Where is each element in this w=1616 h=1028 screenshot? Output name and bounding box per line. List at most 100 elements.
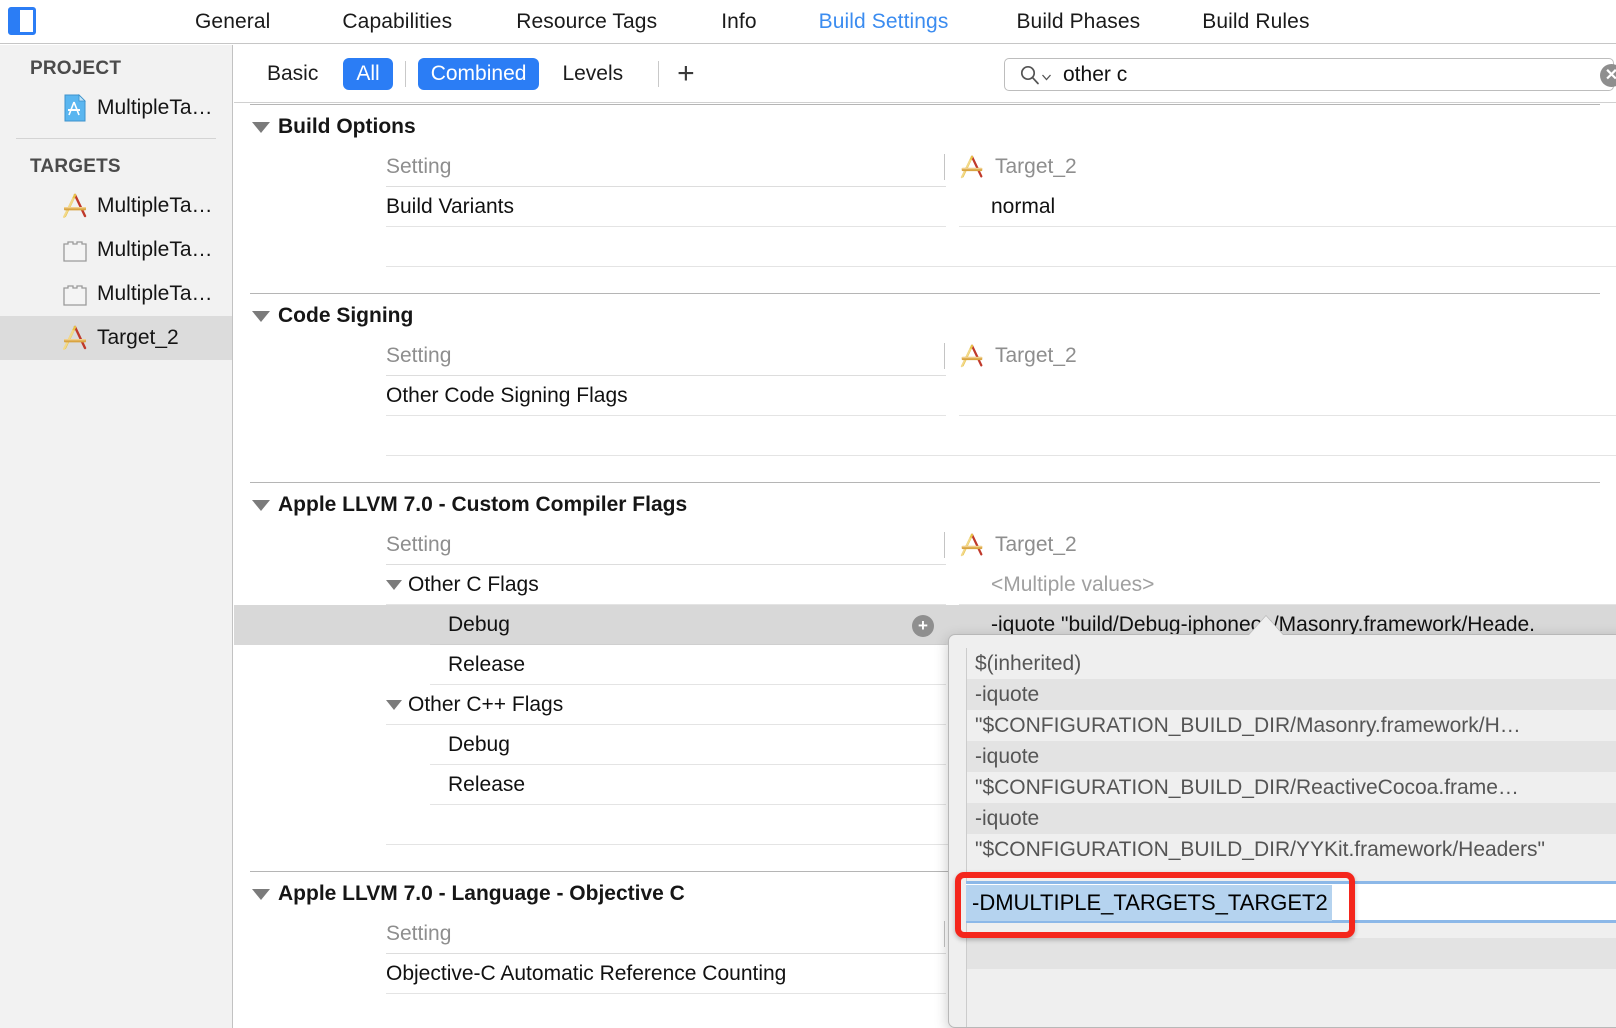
setting-value[interactable]: normal — [959, 187, 1616, 227]
column-header-row: Setting Target_2 — [234, 336, 1616, 376]
popover-flag-list[interactable]: $(inherited) -iquote "$CONFIGURATION_BUILD… — [966, 648, 1616, 1027]
sidebar-targets-list: MultipleTa… MultipleTa… MultipleTa… Targ… — [0, 184, 232, 360]
target-column-header: Target_2 — [944, 525, 1077, 565]
popover-empty-row[interactable]: . — [967, 969, 1616, 1000]
section-header-1[interactable]: Code Signing — [234, 294, 1616, 336]
filter-divider-1 — [404, 60, 406, 87]
sidebar-header-targets: TARGETS — [30, 156, 121, 177]
filter-button-levels[interactable]: Levels — [549, 58, 636, 90]
tab-build-phases[interactable]: Build Phases — [1016, 10, 1140, 34]
popover-flag-row[interactable]: -iquote — [967, 679, 1616, 710]
sidebar-item-target-2[interactable]: MultipleTa… — [0, 272, 232, 316]
sidebar-project-list: MultipleTa… — [0, 86, 232, 130]
plus-icon[interactable]: + — [671, 58, 701, 89]
filter-button-combined[interactable]: Combined — [417, 57, 540, 90]
row-rule — [386, 227, 1616, 267]
disclosure-triangle-icon[interactable] — [386, 699, 402, 710]
project-targets-sidebar[interactable]: PROJECT MultipleTa… TARGETS MultipleTa… … — [0, 45, 233, 1028]
filter-button-all[interactable]: All — [343, 57, 393, 90]
popover-flag-row[interactable]: "$CONFIGURATION_BUILD_DIR/ReactiveCocoa.… — [967, 772, 1616, 803]
disclosure-triangle-icon[interactable] — [252, 888, 270, 900]
setting-name: Other C Flags — [386, 565, 946, 605]
tab-capabilities[interactable]: Capabilities — [342, 10, 452, 34]
setting-name: Other Code Signing Flags — [386, 376, 946, 416]
app-target-icon — [60, 323, 88, 353]
app-target-icon — [60, 191, 88, 221]
tab-info[interactable]: Info — [721, 10, 756, 34]
tab-general[interactable]: General — [195, 10, 270, 34]
xcode-build-settings-window: General Capabilities Resource Tags Info Buil… — [0, 0, 1616, 1028]
setting-name: Build Variants — [386, 187, 946, 227]
search-field[interactable]: other c ✕ — [1004, 58, 1616, 91]
popover-empty-row[interactable]: . — [967, 938, 1616, 969]
add-value-icon[interactable]: + — [912, 615, 934, 637]
sidebar-divider — [16, 138, 216, 139]
setting-name: Release — [430, 645, 946, 685]
table-row[interactable]: Other C Flags <Multiple values> — [234, 565, 1616, 605]
target-column-label: Target_2 — [995, 155, 1077, 178]
test-bundle-icon — [60, 235, 88, 265]
popover-flag-row[interactable]: "$CONFIGURATION_BUILD_DIR/Masonry.framew… — [967, 710, 1616, 741]
toggle-pane-fill — [11, 10, 20, 32]
popover-flag-row[interactable]: "$CONFIGURATION_BUILD_DIR/YYKit.framewor… — [967, 834, 1616, 865]
table-blank-row — [234, 416, 1616, 456]
editor-tab-bar: General Capabilities Resource Tags Info Buil… — [0, 0, 1616, 44]
target-column-header: Target_2 — [944, 336, 1077, 376]
popover-flag-row[interactable]: -iquote — [967, 741, 1616, 772]
table-blank-row — [234, 227, 1616, 267]
sidebar-item-label: MultipleTa… — [97, 96, 213, 119]
tab-list: General Capabilities Resource Tags Info Buil… — [195, 10, 1310, 34]
clear-icon[interactable]: ✕ — [1600, 64, 1616, 87]
setting-column-label: Setting — [386, 147, 946, 187]
sidebar-item-project-0[interactable]: MultipleTa… — [0, 86, 232, 130]
tab-resource-tags[interactable]: Resource Tags — [516, 10, 657, 34]
left-pane-toggle-icon[interactable] — [8, 7, 36, 35]
sidebar-item-label: MultipleTa… — [97, 282, 213, 305]
table-row[interactable]: Build Variants normal — [234, 187, 1616, 227]
disclosure-triangle-icon[interactable] — [252, 499, 270, 511]
column-separator — [944, 921, 945, 947]
app-target-icon — [958, 153, 986, 181]
target-column-label: Target_2 — [995, 344, 1077, 367]
sidebar-item-label: Target_2 — [97, 326, 179, 349]
sidebar-item-target-3[interactable]: Target_2 — [0, 316, 232, 360]
popover-flag-row[interactable]: -iquote — [967, 803, 1616, 834]
flags-editor-popover[interactable]: $(inherited) -iquote "$CONFIGURATION_BUILD… — [948, 634, 1616, 1028]
search-icon[interactable] — [1019, 64, 1051, 86]
setting-value[interactable]: <Multiple values> — [959, 565, 1616, 605]
build-settings-filter-bar: Basic All Combined Levels + other c ✕ — [234, 45, 1616, 103]
section-title: Code Signing — [278, 304, 414, 327]
setting-name: Other C++ Flags — [386, 685, 946, 725]
popover-arrow — [1249, 616, 1283, 635]
target-column-header: Target_2 — [944, 147, 1077, 187]
popover-flag-row[interactable]: $(inherited) — [967, 648, 1616, 679]
disclosure-triangle-icon[interactable] — [386, 579, 402, 590]
section-header-0[interactable]: Build Options — [234, 105, 1616, 147]
disclosure-triangle-icon[interactable] — [252, 121, 270, 133]
setting-value[interactable] — [959, 376, 1616, 416]
tab-build-settings[interactable]: Build Settings — [819, 10, 949, 34]
setting-name-text: Other C++ Flags — [408, 692, 564, 716]
setting-column-label: Setting — [386, 336, 946, 376]
column-separator — [944, 154, 945, 180]
sidebar-item-target-0[interactable]: MultipleTa… — [0, 184, 232, 228]
sidebar-item-target-1[interactable]: MultipleTa… — [0, 228, 232, 272]
sidebar-header-project: PROJECT — [30, 58, 122, 79]
filter-divider-2 — [658, 60, 660, 87]
sidebar-item-label: MultipleTa… — [97, 194, 213, 217]
table-row[interactable]: Other Code Signing Flags — [234, 376, 1616, 416]
search-input-value[interactable]: other c — [1063, 63, 1127, 87]
column-separator — [944, 532, 945, 558]
app-target-icon — [958, 342, 986, 370]
filter-button-basic[interactable]: Basic — [254, 58, 331, 90]
app-target-icon — [958, 531, 986, 559]
setting-name: Release — [430, 765, 946, 805]
setting-name: Objective-C Automatic Reference Counting — [386, 954, 946, 994]
column-header-row: Setting Target_2 — [234, 147, 1616, 187]
column-separator — [944, 343, 945, 369]
section-header-2[interactable]: Apple LLVM 7.0 - Custom Compiler Flags — [234, 483, 1616, 525]
disclosure-triangle-icon[interactable] — [252, 310, 270, 322]
tab-build-rules[interactable]: Build Rules — [1202, 10, 1309, 34]
